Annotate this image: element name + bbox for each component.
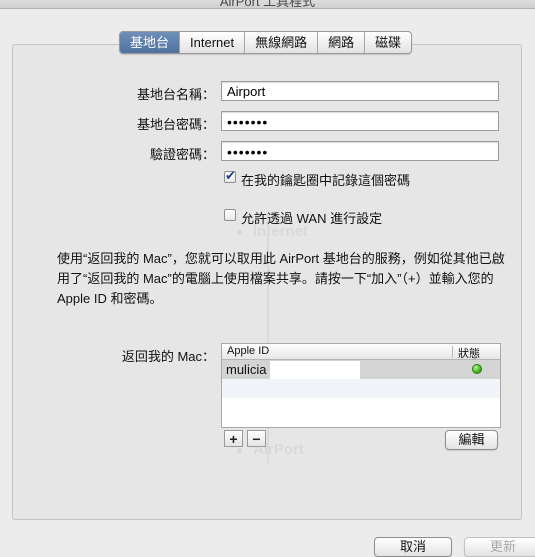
wan-checkbox-label: 允許透過 WAN 進行設定 (241, 211, 383, 226)
edit-button[interactable]: 編輯 (445, 430, 498, 450)
column-separator (452, 346, 453, 358)
column-apple-id[interactable]: Apple ID (227, 345, 269, 357)
base-station-name-field[interactable]: Airport (221, 81, 499, 101)
apple-id-cell: mulicia (226, 362, 267, 377)
tab-network[interactable]: 網路 (318, 32, 366, 53)
cancel-button[interactable]: 取消 (374, 537, 452, 557)
verify-password-field[interactable]: ••••••• (221, 141, 499, 161)
tab-base-station[interactable]: 基地台 (120, 32, 181, 53)
remove-button[interactable]: − (247, 430, 266, 447)
table-row-empty (222, 379, 500, 398)
status-green-icon (472, 364, 482, 374)
btmm-description: 使用“返回我的 Mac”，您就可以取用此 AirPort 基地台的服務，例如從其… (57, 251, 505, 306)
tab-internet[interactable]: Internet (180, 32, 246, 53)
table-row[interactable]: mulicia (222, 360, 500, 379)
base-station-name-label: 基地台名稱： (136, 87, 215, 102)
tab-disks[interactable]: 磁碟 (365, 32, 411, 53)
title-bar: AirPort 工具程式 (0, 0, 535, 9)
watermark-icon: ● (236, 225, 244, 239)
redacted-area (270, 361, 360, 379)
tab-bar: 基地台 Internet 無線網路 網路 磁碟 (119, 31, 413, 54)
table-header: Apple ID 狀態 (222, 344, 500, 360)
add-button[interactable]: + (224, 430, 243, 447)
verify-password-label: 驗證密碼： (149, 147, 215, 162)
column-status[interactable]: 狀態 (458, 345, 480, 361)
keychain-checkbox-label: 在我的鑰匙圈中記錄這個密碼 (241, 173, 411, 188)
update-button[interactable]: 更新 (464, 537, 535, 557)
keychain-checkbox[interactable] (224, 168, 236, 184)
base-station-password-label: 基地台密碼： (136, 117, 215, 132)
tab-wireless[interactable]: 無線網路 (245, 32, 319, 53)
table-row-empty (222, 398, 500, 417)
window-title: AirPort 工具程式 (219, 0, 316, 9)
btmm-label: 返回我的 Mac： (121, 349, 215, 364)
apple-id-table[interactable]: Apple ID 狀態 mulicia (221, 343, 501, 428)
base-station-password-field[interactable]: ••••••• (221, 111, 499, 131)
wan-checkbox[interactable] (224, 209, 236, 221)
